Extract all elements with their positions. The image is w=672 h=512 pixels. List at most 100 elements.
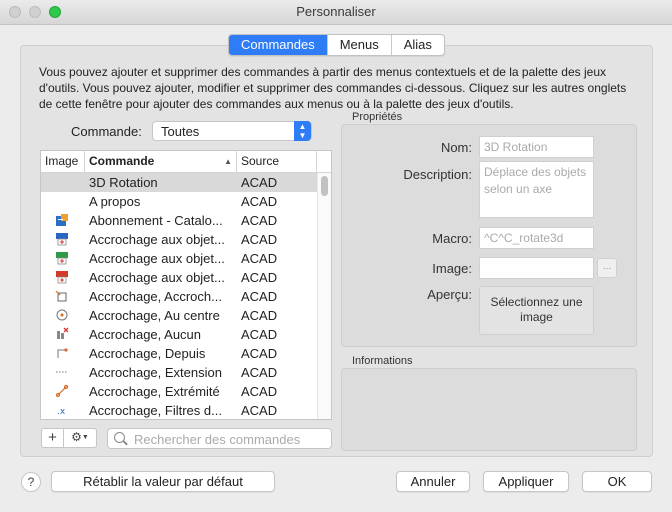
informations-title: Informations bbox=[352, 355, 413, 367]
table-row[interactable]: Accrochage aux objet... ACAD bbox=[41, 230, 317, 249]
description-label: Description: bbox=[403, 167, 472, 182]
help-button[interactable]: ? bbox=[21, 472, 41, 492]
snap-extension-icon bbox=[56, 371, 68, 373]
table-scrollbar[interactable] bbox=[317, 173, 331, 419]
image-label: Image: bbox=[432, 261, 472, 276]
row-command: Accrochage, Accroch... bbox=[89, 289, 222, 304]
table-row[interactable]: Accrochage, Accroch... ACAD bbox=[41, 287, 317, 306]
row-source: ACAD bbox=[241, 232, 278, 247]
properties-title: Propriétés bbox=[352, 111, 403, 123]
column-command-header[interactable]: Commande ▲ bbox=[85, 151, 237, 172]
row-source: ACAD bbox=[241, 194, 278, 209]
select-image-button[interactable]: Sélectionnez une image bbox=[479, 286, 594, 335]
browse-image-button[interactable]: ... bbox=[597, 258, 617, 278]
table-body: 3D Rotation ACAD A propos ACAD Abonnemen… bbox=[41, 173, 317, 419]
table-row[interactable]: Accrochage aux objet... ACAD bbox=[41, 249, 317, 268]
tab-menus[interactable]: Menus bbox=[326, 35, 391, 55]
name-label: Nom: bbox=[440, 140, 472, 155]
ok-button[interactable]: OK bbox=[582, 471, 652, 492]
command-filter-value: Toutes bbox=[161, 124, 200, 139]
table-row[interactable]: Abonnement - Catalo... ACAD bbox=[41, 211, 317, 230]
pdf-file-icon bbox=[56, 271, 68, 284]
row-command: Accrochage, Extension bbox=[89, 365, 222, 380]
chevron-down-icon: ▼ bbox=[81, 434, 89, 441]
table-row[interactable]: Accrochage, Aucun ACAD bbox=[41, 325, 317, 344]
description-field[interactable]: Déplace des objets selon un axe bbox=[479, 161, 594, 218]
tab-bar: Commandes Menus Alias bbox=[228, 34, 445, 56]
apply-button[interactable]: Appliquer bbox=[483, 471, 569, 492]
snap-endpoint-icon bbox=[55, 384, 69, 398]
row-command: A propos bbox=[89, 194, 141, 209]
search-input[interactable] bbox=[132, 430, 331, 449]
dgn-file-icon bbox=[56, 233, 68, 246]
image-field[interactable] bbox=[479, 257, 594, 279]
plus-icon: + bbox=[48, 429, 57, 446]
row-command: Accrochage, Aucun bbox=[89, 327, 202, 342]
column-source-header[interactable]: Source bbox=[237, 151, 317, 172]
commands-table: Image Commande ▲ Source 3D Rotation ACAD… bbox=[40, 150, 332, 420]
snap-from-icon bbox=[57, 348, 68, 358]
table-row[interactable]: Accrochage, Au centre ACAD bbox=[41, 306, 317, 325]
table-row[interactable]: Accrochage, Extension ACAD bbox=[41, 363, 317, 382]
chevron-updown-icon: ▲ ▼ bbox=[294, 121, 311, 141]
snap-center-icon bbox=[56, 309, 68, 321]
snap-apparent-icon bbox=[55, 290, 67, 302]
actions-menu-button[interactable]: ⚙▼ bbox=[63, 428, 97, 448]
row-command: Accrochage, Au centre bbox=[89, 308, 220, 323]
table-row[interactable]: A propos ACAD bbox=[41, 192, 317, 211]
row-source: ACAD bbox=[241, 289, 278, 304]
snap-filter-icon: .x bbox=[57, 407, 66, 417]
gear-icon: ⚙ bbox=[71, 430, 82, 444]
row-source: ACAD bbox=[241, 270, 278, 285]
macro-label: Macro: bbox=[432, 231, 472, 246]
row-command: Accrochage aux objet... bbox=[89, 251, 225, 266]
catalog-icon bbox=[56, 214, 68, 226]
command-filter-label: Commande: bbox=[71, 124, 142, 139]
snap-none-icon bbox=[57, 327, 69, 339]
name-field[interactable]: 3D Rotation bbox=[479, 136, 594, 158]
row-source: ACAD bbox=[241, 365, 278, 380]
table-row[interactable]: Accrochage aux objet... ACAD bbox=[41, 268, 317, 287]
column-command-label: Commande bbox=[89, 154, 155, 168]
row-source: ACAD bbox=[241, 251, 278, 266]
svg-text:.x: .x bbox=[57, 407, 66, 417]
intro-text: Vous pouvez ajouter et supprimer des com… bbox=[39, 65, 627, 111]
row-command: Accrochage aux objet... bbox=[89, 232, 225, 247]
row-command: Accrochage, Filtres d... bbox=[89, 403, 222, 418]
row-command: Accrochage aux objet... bbox=[89, 270, 225, 285]
row-source: ACAD bbox=[241, 175, 278, 190]
reset-defaults-button[interactable]: Rétablir la valeur par défaut bbox=[51, 471, 275, 492]
macro-field[interactable]: ^C^C_rotate3d bbox=[479, 227, 594, 249]
row-command: Abonnement - Catalo... bbox=[89, 213, 223, 228]
row-source: ACAD bbox=[241, 384, 278, 399]
table-row[interactable]: Accrochage, Depuis ACAD bbox=[41, 344, 317, 363]
row-command: Accrochage, Depuis bbox=[89, 346, 206, 361]
table-header: Image Commande ▲ Source bbox=[41, 151, 331, 173]
title-bar: Personnaliser bbox=[0, 0, 672, 25]
sort-ascending-icon: ▲ bbox=[224, 157, 232, 166]
row-source: ACAD bbox=[241, 213, 278, 228]
table-row[interactable]: Accrochage, Extrémité ACAD bbox=[41, 382, 317, 401]
row-source: ACAD bbox=[241, 327, 278, 342]
row-source: ACAD bbox=[241, 403, 278, 418]
dwf-file-icon bbox=[56, 252, 68, 265]
scrollbar-thumb[interactable] bbox=[321, 176, 328, 196]
command-search bbox=[107, 428, 332, 449]
tab-alias[interactable]: Alias bbox=[390, 35, 444, 55]
row-command: Accrochage, Extrémité bbox=[89, 384, 220, 399]
search-icon bbox=[114, 432, 125, 443]
row-source: ACAD bbox=[241, 346, 278, 361]
column-image-header[interactable]: Image bbox=[41, 151, 85, 172]
table-row[interactable]: 3D Rotation ACAD bbox=[41, 173, 317, 192]
tab-commandes[interactable]: Commandes bbox=[229, 35, 327, 55]
informations-group bbox=[341, 368, 637, 451]
customize-window: Personnaliser Commandes Menus Alias Vous… bbox=[0, 0, 672, 512]
preview-label: Aperçu: bbox=[427, 287, 472, 302]
cancel-button[interactable]: Annuler bbox=[396, 471, 470, 492]
add-command-button[interactable]: + bbox=[41, 428, 64, 448]
table-row[interactable]: .x Accrochage, Filtres d... ACAD bbox=[41, 401, 317, 419]
row-command: 3D Rotation bbox=[89, 175, 158, 190]
command-filter-select[interactable]: Toutes ▲ ▼ bbox=[152, 121, 312, 141]
row-source: ACAD bbox=[241, 308, 278, 323]
window-title: Personnaliser bbox=[296, 4, 376, 19]
